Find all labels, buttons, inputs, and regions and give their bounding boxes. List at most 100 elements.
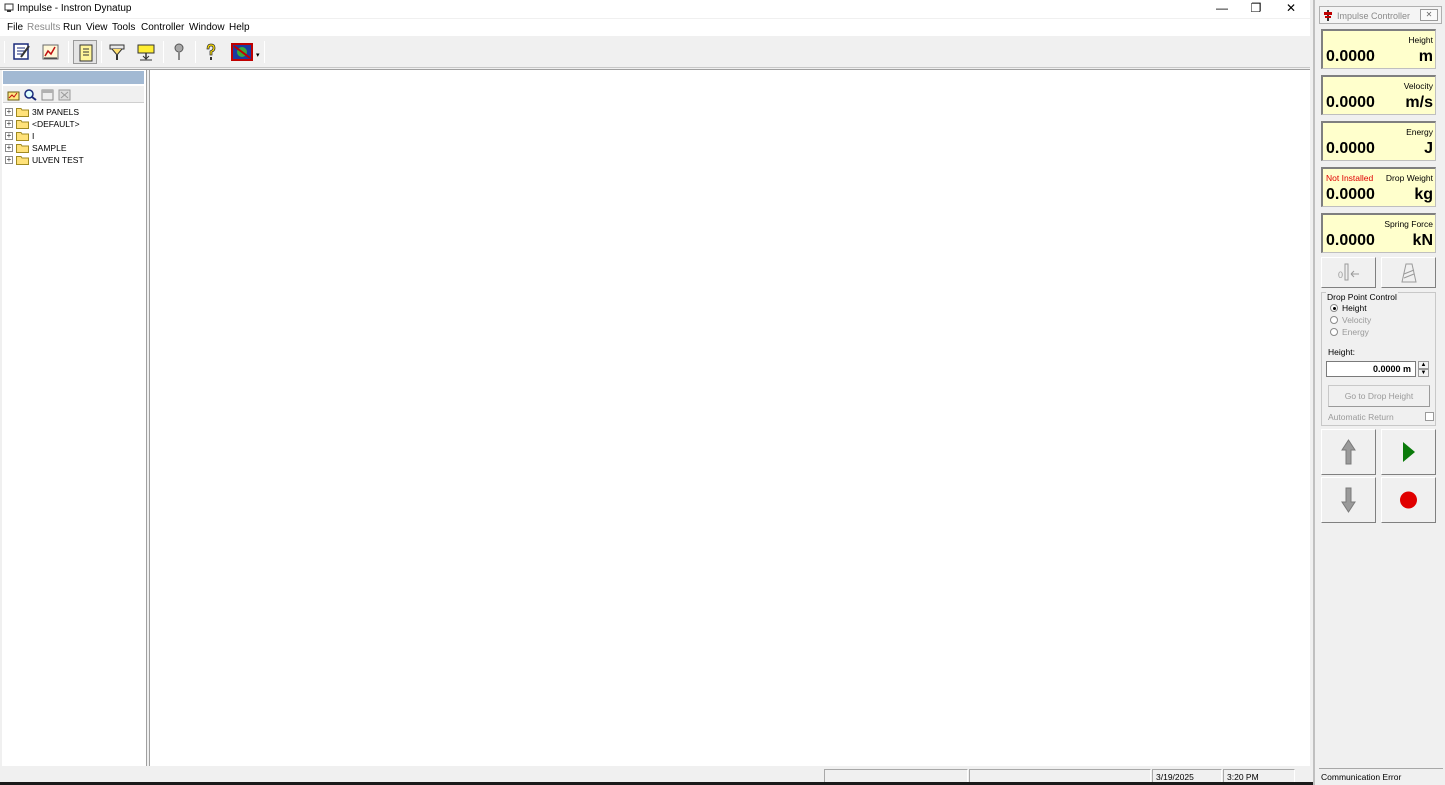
minimize-button[interactable]: — <box>1205 0 1239 16</box>
tree-item[interactable]: + SAMPLE <box>5 142 135 154</box>
explorer-header <box>3 71 144 84</box>
radio-button[interactable] <box>1330 328 1338 336</box>
expand-icon[interactable]: + <box>5 144 13 152</box>
energy-readout: Energy 0.0000 J <box>1321 121 1436 161</box>
readout-label: Drop Weight <box>1385 173 1433 183</box>
radio-label: Energy <box>1342 327 1369 337</box>
expand-icon[interactable]: + <box>5 120 13 128</box>
zero-button[interactable]: 0 <box>1321 257 1376 288</box>
readout-status: Not Installed <box>1326 173 1374 183</box>
menu-tools[interactable]: Tools <box>112 22 135 33</box>
menu-help[interactable]: Help <box>229 22 250 33</box>
controller-title-bar: Impulse Controller ✕ <box>1319 6 1442 24</box>
status-cell <box>824 769 968 783</box>
dropdown-arrow-icon[interactable]: ▾ <box>256 51 260 59</box>
help-icon <box>206 43 216 60</box>
menu-results[interactable]: Results <box>27 22 60 33</box>
down-arrow-icon <box>1341 487 1356 513</box>
status-date: 3/19/2025 <box>1152 769 1222 783</box>
readout-unit: J <box>1424 140 1433 157</box>
filter-icon <box>109 44 125 60</box>
app-icon <box>4 3 14 12</box>
filter-button[interactable] <box>105 40 129 64</box>
expand-icon[interactable]: + <box>5 132 13 140</box>
tree-item-label: ULVEN TEST <box>32 155 84 165</box>
edit-method-button[interactable] <box>10 40 34 64</box>
tree-item[interactable]: + I <box>5 130 135 142</box>
tree-item[interactable]: + ULVEN TEST <box>5 154 135 166</box>
network-icon <box>231 43 253 61</box>
status-time: 3:20 PM <box>1223 769 1295 783</box>
controller-close-button[interactable]: ✕ <box>1420 9 1438 21</box>
restore-button[interactable]: ❐ <box>1239 0 1273 16</box>
window-icon[interactable] <box>41 89 54 101</box>
stop-button[interactable] <box>1381 477 1436 523</box>
go-to-drop-height-button[interactable]: Go to Drop Height <box>1328 385 1430 407</box>
jog-down-button[interactable] <box>1321 477 1376 523</box>
zoom-icon[interactable] <box>24 89 37 101</box>
close-button[interactable]: ✕ <box>1274 0 1308 16</box>
menu-file[interactable]: File <box>7 22 23 33</box>
drop-point-control-group: Drop Point Control Height Velocity Energ… <box>1321 292 1436 426</box>
data-transfer-icon <box>137 44 155 61</box>
menu-window[interactable]: Window <box>189 22 225 33</box>
folder-icon <box>16 132 29 141</box>
toolbar-separator <box>195 41 196 63</box>
tree-item[interactable]: + 3M PANELS <box>5 106 135 118</box>
height-spinner[interactable]: ▲ ▼ <box>1418 361 1429 377</box>
tree-item-label: SAMPLE <box>32 143 67 153</box>
spin-up-icon[interactable]: ▲ <box>1418 361 1429 369</box>
network-button[interactable] <box>228 40 253 64</box>
tree-view-button[interactable] <box>73 40 97 64</box>
group-title: Drop Point Control <box>1326 292 1398 302</box>
automatic-return-checkbox[interactable] <box>1425 412 1434 421</box>
readout-label: Energy <box>1406 127 1433 137</box>
radio-button[interactable] <box>1330 316 1338 324</box>
explorer-panel: + 3M PANELS + <DEFAULT> + I + SAMPLE + U… <box>2 70 147 766</box>
main-workspace[interactable] <box>149 70 1310 766</box>
radio-label: Velocity <box>1342 315 1372 325</box>
svg-text:0: 0 <box>1338 270 1343 280</box>
tree-item-label: 3M PANELS <box>32 107 80 117</box>
folder-icon <box>16 156 29 165</box>
menu-controller[interactable]: Controller <box>141 22 184 33</box>
delete-icon[interactable] <box>58 89 71 101</box>
open-folder-icon[interactable] <box>7 89 20 101</box>
menu-view[interactable]: View <box>86 22 108 33</box>
expand-icon[interactable]: + <box>5 156 13 164</box>
main-toolbar: ▾ <box>0 37 1310 68</box>
folder-icon <box>16 108 29 117</box>
readout-unit: m <box>1418 48 1433 65</box>
data-transfer-button[interactable] <box>134 40 158 64</box>
radio-button[interactable] <box>1330 304 1338 312</box>
readout-unit: kN <box>1412 232 1433 249</box>
jog-up-button[interactable] <box>1321 429 1376 475</box>
spin-down-icon[interactable]: ▼ <box>1418 369 1429 377</box>
record-icon <box>1400 491 1417 509</box>
readout-label: Velocity <box>1403 81 1433 91</box>
readout-value: 0.0000 <box>1326 94 1375 111</box>
spring-button[interactable] <box>1381 257 1436 288</box>
automatic-return-label: Automatic Return <box>1328 412 1394 422</box>
toolbar-separator <box>101 41 102 63</box>
title-bar: Impulse - Instron Dynatup — ❐ ✕ <box>0 0 1310 18</box>
help-button[interactable] <box>199 40 223 64</box>
expand-icon[interactable]: + <box>5 108 13 116</box>
folder-tree: + 3M PANELS + <DEFAULT> + I + SAMPLE + U… <box>5 106 135 166</box>
height-field-label: Height: <box>1328 347 1355 357</box>
zero-arrow-icon: 0 <box>1338 263 1359 281</box>
controller-status: Communication Error <box>1319 768 1443 784</box>
readout-value: 0.0000 <box>1326 232 1375 249</box>
toolbar-separator <box>264 41 265 63</box>
menu-run[interactable]: Run <box>63 22 81 33</box>
readout-unit: m/s <box>1405 94 1433 111</box>
toolbar-separator <box>163 41 164 63</box>
key-button[interactable] <box>167 40 191 64</box>
start-button[interactable] <box>1381 429 1436 475</box>
height-input[interactable]: 0.0000 m <box>1326 361 1416 377</box>
readout-value: 0.0000 <box>1326 140 1375 157</box>
chart-button[interactable] <box>39 40 63 64</box>
tree-item[interactable]: + <DEFAULT> <box>5 118 135 130</box>
automatic-return-option[interactable]: Automatic Return <box>1328 412 1434 423</box>
window-title: Impulse - Instron Dynatup <box>17 3 132 14</box>
